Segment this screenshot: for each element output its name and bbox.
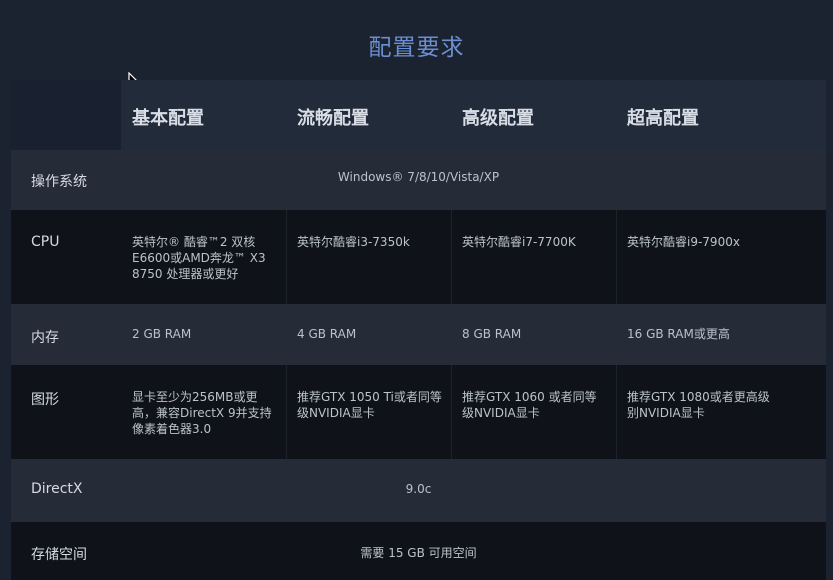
header-row: 基本配置 流畅配置 高级配置 超高配置 <box>11 80 826 150</box>
row-label-cpu: CPU <box>31 234 59 250</box>
gpu-basic: 显卡至少为256MB或更高，兼容DirectX 9并支持像素着色器3.0 <box>132 389 274 437</box>
column-header-smooth: 流畅配置 <box>297 104 369 130</box>
cpu-basic: 英特尔® 酷睿™2 双核 E6600或AMD奔龙™ X3 8750 处理器或更好 <box>132 234 272 282</box>
row-label-gpu: 图形 <box>31 389 59 409</box>
column-header-basic: 基本配置 <box>132 104 204 130</box>
row-os: 操作系统 Windows® 7/8/10/Vista/XP <box>11 150 826 210</box>
cpu-advanced: 英特尔酷睿i7-7700K <box>462 234 612 250</box>
ram-ultra: 16 GB RAM或更高 <box>627 326 730 342</box>
row-cpu: CPU 英特尔® 酷睿™2 双核 E6600或AMD奔龙™ X3 8750 处理… <box>11 210 826 304</box>
row-gpu: 图形 显卡至少为256MB或更高，兼容DirectX 9并支持像素着色器3.0 … <box>11 365 826 459</box>
gpu-advanced: 推荐GTX 1060 或者同等级NVIDIA显卡 <box>462 389 608 421</box>
row-label-ram: 内存 <box>31 327 59 347</box>
gpu-smooth: 推荐GTX 1050 Ti或者同等级NVIDIA显卡 <box>297 389 443 421</box>
cpu-smooth: 英特尔酷睿i3-7350k <box>297 234 447 250</box>
row-directx: DirectX 9.0c <box>11 459 826 522</box>
row-ram: 内存 2 GB RAM 4 GB RAM 8 GB RAM 16 GB RAM或… <box>11 304 826 365</box>
spec-table: 基本配置 流畅配置 高级配置 超高配置 操作系统 Windows® 7/8/10… <box>11 80 826 580</box>
ram-advanced: 8 GB RAM <box>462 326 521 342</box>
page-title: 配置要求 <box>0 28 833 62</box>
column-header-advanced: 高级配置 <box>462 104 534 130</box>
storage-value: 需要 15 GB 可用空间 <box>11 544 826 561</box>
ram-basic: 2 GB RAM <box>132 326 191 342</box>
os-value: Windows® 7/8/10/Vista/XP <box>11 170 826 184</box>
gpu-ultra: 推荐GTX 1080或者更高级别NVIDIA显卡 <box>627 389 773 421</box>
directx-value: 9.0c <box>11 482 826 496</box>
row-storage: 存储空间 需要 15 GB 可用空间 <box>11 522 826 580</box>
ram-smooth: 4 GB RAM <box>297 326 356 342</box>
cpu-ultra: 英特尔酷睿i9-7900x <box>627 234 777 250</box>
column-header-ultra: 超高配置 <box>627 104 699 130</box>
